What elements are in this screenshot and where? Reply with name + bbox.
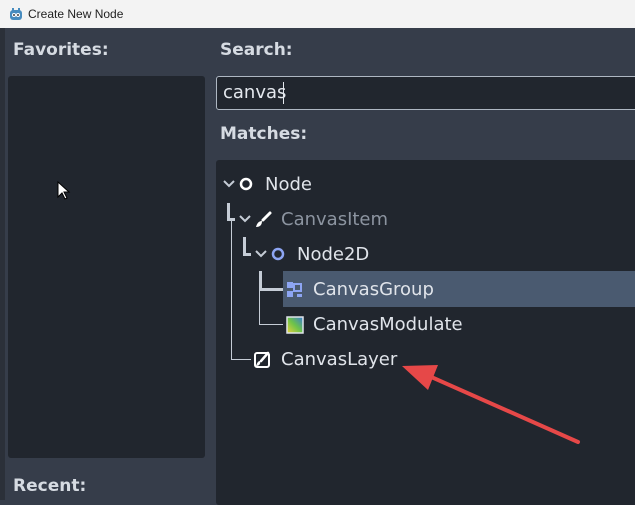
annotation-arrow xyxy=(402,365,580,444)
